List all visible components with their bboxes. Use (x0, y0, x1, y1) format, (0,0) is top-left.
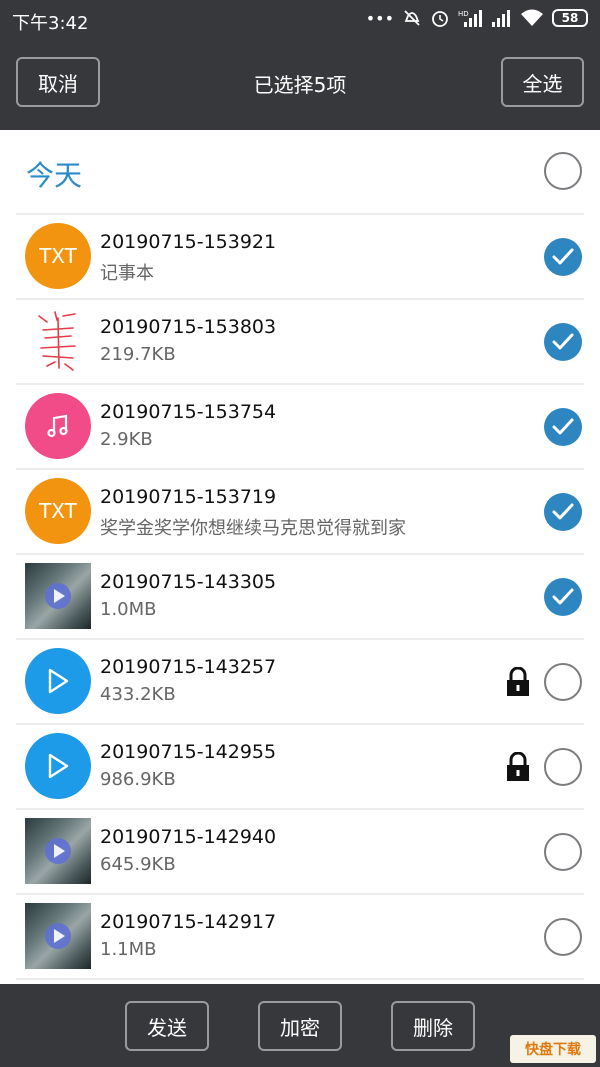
file-detail: 2.9KB (100, 429, 153, 450)
video-thumbnail (25, 818, 91, 884)
list-item[interactable]: 20190715-142940 645.9KB (0, 809, 600, 894)
lock-icon (506, 751, 530, 782)
file-name: 20190715-142917 (100, 911, 277, 933)
list-item[interactable]: 20190715-153754 2.9KB (0, 384, 600, 469)
signal-icon (492, 10, 510, 27)
file-name: 20190715-143305 (100, 571, 277, 593)
play-icon (25, 648, 91, 714)
video-thumbnail (25, 903, 91, 969)
battery-level: 58 (561, 11, 579, 25)
checked-checkbox[interactable] (544, 323, 582, 361)
select-all-button[interactable]: 全选 (501, 57, 584, 107)
file-detail: 记事本 (100, 263, 154, 284)
list-item[interactable]: TXT 20190715-153921 记事本 (0, 214, 600, 299)
file-type-label: TXT (39, 499, 77, 523)
mute-icon (404, 10, 420, 26)
file-name: 20190715-153803 (100, 316, 277, 338)
play-icon (25, 733, 91, 799)
more-dots-icon: ••• (365, 8, 394, 28)
unchecked-checkbox[interactable] (544, 833, 582, 871)
file-detail: 433.2KB (100, 684, 176, 705)
status-time: 下午3:42 (12, 13, 89, 34)
wifi-icon (521, 9, 543, 26)
file-name: 20190715-153754 (100, 401, 277, 423)
status-icons: ••• HD 58 (366, 8, 588, 28)
list-item[interactable]: 20190715-143305 1.0MB (0, 554, 600, 639)
selection-toolbar: 取消 已选择5项 全选 (0, 40, 600, 130)
file-name: 20190715-153719 (100, 486, 277, 508)
music-note-icon (25, 393, 91, 459)
divider (16, 978, 584, 980)
encrypt-button[interactable]: 加密 (258, 1001, 342, 1051)
file-name: 20190715-142940 (100, 826, 277, 848)
checked-checkbox[interactable] (544, 238, 582, 276)
txt-file-icon: TXT (25, 478, 91, 544)
file-name: 20190715-142955 (100, 741, 277, 763)
checked-checkbox[interactable] (544, 578, 582, 616)
checked-checkbox[interactable] (544, 408, 582, 446)
unchecked-checkbox[interactable] (544, 663, 582, 701)
unchecked-checkbox[interactable] (544, 918, 582, 956)
battery-indicator: 58 (552, 9, 588, 27)
status-bar: 下午3:42 ••• HD 58 (0, 0, 600, 40)
file-detail: 219.7KB (100, 344, 176, 365)
section-select-checkbox[interactable] (544, 152, 582, 190)
file-detail: 645.9KB (100, 854, 176, 875)
delete-button[interactable]: 删除 (391, 1001, 475, 1051)
video-thumbnail (25, 563, 91, 629)
signal-hd-icon: HD (458, 10, 482, 27)
svg-text:HD: HD (458, 10, 469, 18)
send-button[interactable]: 发送 (125, 1001, 209, 1051)
list-item[interactable]: 20190715-153803 219.7KB (0, 299, 600, 384)
list-item[interactable]: 20190715-142955 986.9KB (0, 724, 600, 809)
image-thumbnail (25, 308, 91, 374)
txt-file-icon: TXT (25, 223, 91, 289)
file-name: 20190715-153921 (100, 231, 277, 253)
file-type-label: TXT (39, 244, 77, 268)
file-detail: 1.0MB (100, 599, 157, 620)
file-detail: 986.9KB (100, 769, 176, 790)
section-label: 今天 (26, 159, 83, 192)
file-detail: 奖学金奖学你想继续马克思觉得就到家 (100, 518, 406, 539)
unchecked-checkbox[interactable] (544, 748, 582, 786)
list-item[interactable]: TXT 20190715-153719 奖学金奖学你想继续马克思觉得就到家 (0, 469, 600, 554)
section-header-today: 今天 (0, 130, 600, 214)
file-detail: 1.1MB (100, 939, 157, 960)
lock-icon (506, 666, 530, 697)
list-item[interactable]: 20190715-142917 1.1MB (0, 894, 600, 979)
watermark-logo: 快盘下载 (510, 1035, 596, 1063)
checked-checkbox[interactable] (544, 493, 582, 531)
alarm-icon (432, 11, 448, 27)
file-name: 20190715-143257 (100, 656, 277, 678)
list-item[interactable]: 20190715-143257 433.2KB (0, 639, 600, 724)
